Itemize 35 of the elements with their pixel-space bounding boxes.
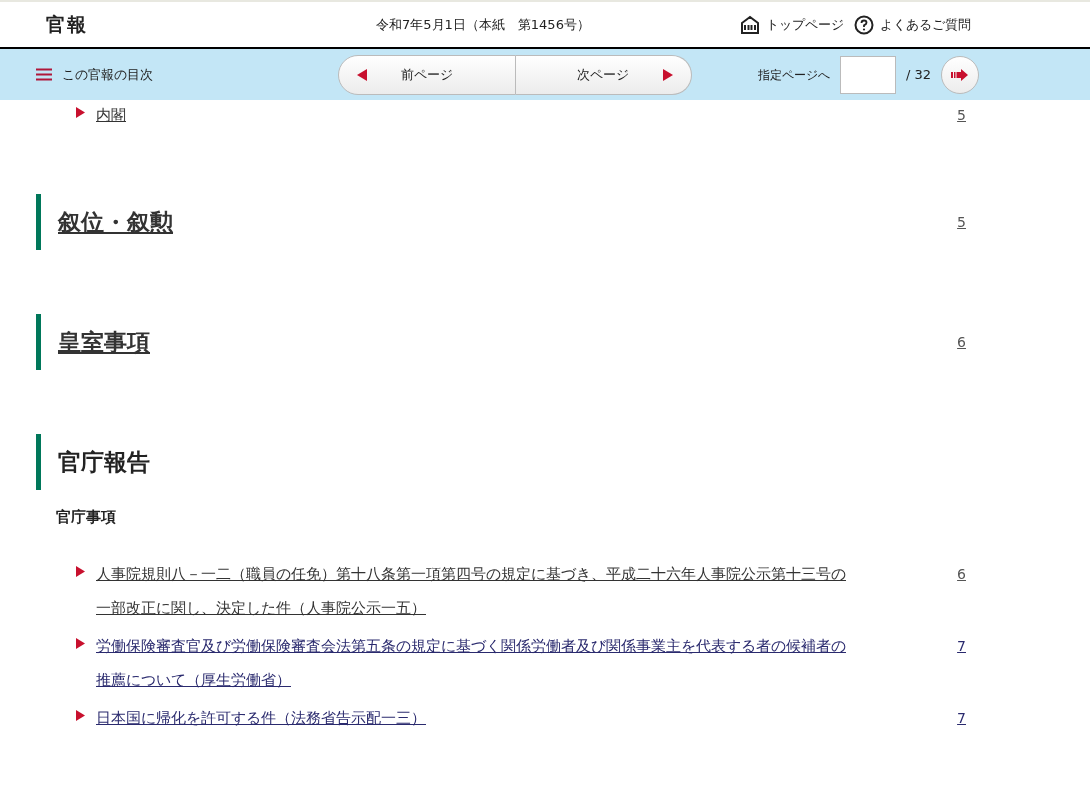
page-number-link[interactable]: 5	[957, 211, 966, 233]
help-icon	[854, 14, 874, 35]
go-button[interactable]	[941, 55, 980, 94]
page-number-link[interactable]: 7	[957, 632, 966, 659]
page-number-link[interactable]: 6	[957, 331, 966, 353]
building-icon	[740, 14, 760, 35]
page-number-link[interactable]: 6	[957, 560, 966, 587]
previous-page-button[interactable]: 前ページ	[338, 54, 516, 95]
page-number-link[interactable]: 7	[957, 704, 966, 731]
page-number-field[interactable]	[840, 55, 896, 94]
bullet-icon	[76, 637, 85, 649]
contents-link[interactable]: 内閣	[96, 98, 848, 132]
menu-icon	[36, 68, 52, 81]
next-page-button[interactable]: 次ページ	[515, 54, 692, 95]
total-pages: / 32	[906, 65, 932, 84]
right-arrow-icon	[951, 68, 970, 81]
left-triangle-icon	[357, 68, 367, 81]
site-logo[interactable]: 官報	[46, 10, 376, 39]
top-page-link[interactable]: トップページ	[740, 14, 844, 35]
contents-link[interactable]: 労働保険審査官及び労働保険審査会法第五条の規定に基づく関係労働者及び関係事業主を代表する者の候補者の推薦について（厚生労働省）	[96, 628, 848, 697]
bullet-icon	[76, 565, 85, 577]
right-triangle-icon	[663, 68, 673, 81]
contents-link[interactable]: 人事院規則八－一二（職員の任免）第十八条第一項第四号の規定に基づき、平成二十六年人事院公示第十三号の一部改正に関し、決定した件（人事院公示一五）	[96, 556, 848, 625]
subsection-heading: 官庁事項	[56, 507, 117, 528]
heading-title[interactable]: 皇室事項	[58, 324, 150, 360]
contents-link[interactable]: 日本国に帰化を許可する件（法務省告示配一三）	[96, 700, 848, 735]
jump-to-page-label: 指定ページへ	[758, 66, 830, 84]
issue-date: 令和7年5月1日（本紙 第1456号）	[376, 15, 591, 34]
bullet-icon	[76, 709, 85, 721]
faq-link[interactable]: よくあるご質問	[854, 14, 971, 35]
page-number-link[interactable]: 5	[957, 102, 966, 128]
heading-title: 官庁報告	[58, 447, 150, 477]
table-of-contents-button[interactable]: この官報の目次	[36, 64, 336, 85]
bullet-icon	[76, 107, 85, 118]
heading-title[interactable]: 叙位・叙勲	[58, 204, 173, 240]
